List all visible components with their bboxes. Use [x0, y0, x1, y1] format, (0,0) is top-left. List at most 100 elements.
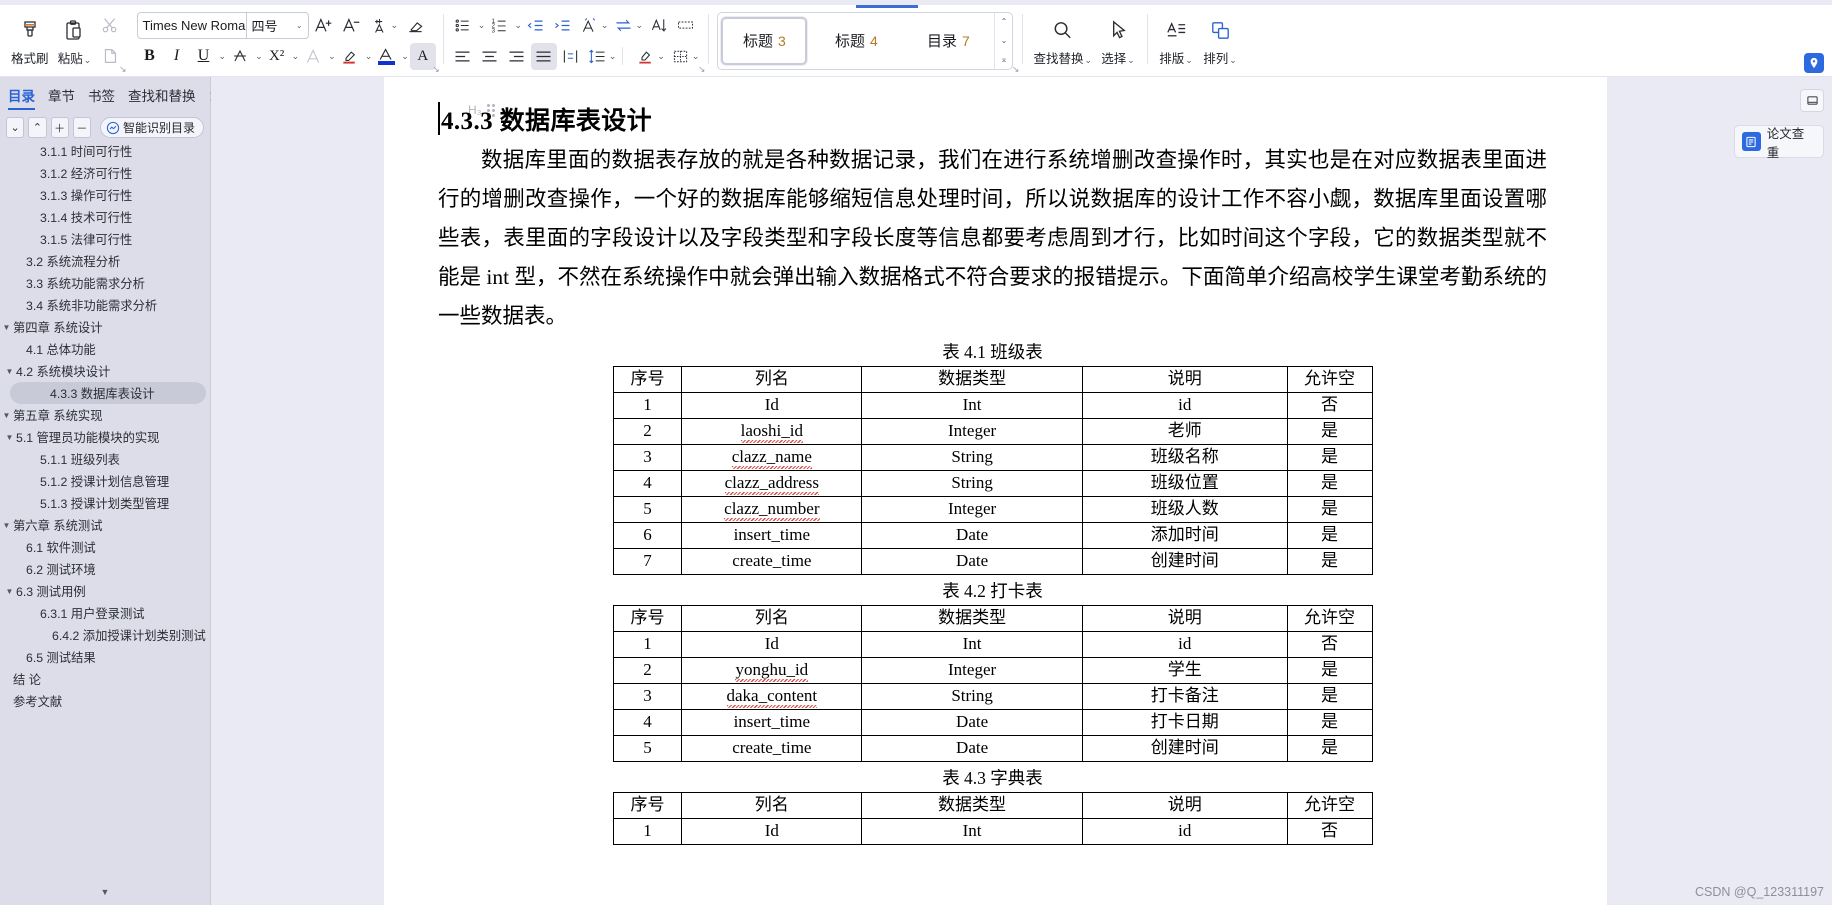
toc-item[interactable]: 6.5 测试结果: [0, 646, 210, 668]
document-canvas[interactable]: H₃ 4.3.3 数据库表设计 数据库里面的数据表存放的就是各种数据记录，我们在…: [211, 77, 1832, 905]
chevron-down-icon[interactable]: ⌄: [601, 20, 609, 31]
data-table[interactable]: 序号 列名 数据类型 说明 允许空 1 Id Int id 否 2 laoshi_id Integer 老…: [612, 366, 1373, 575]
chevron-down-icon[interactable]: ⌄: [635, 20, 643, 31]
select-button[interactable]: 选择⌄: [1096, 8, 1140, 74]
toc-item[interactable]: 5.1.1 班级列表: [0, 448, 210, 470]
chevron-down-icon[interactable]: ⌄: [478, 20, 486, 31]
data-table[interactable]: 序号 列名 数据类型 说明 允许空 1 Id Int id 否 2 yonghu_id Integer 学…: [612, 605, 1373, 762]
chevron-down-icon[interactable]: ▼: [3, 367, 16, 376]
increase-indent-button[interactable]: [550, 12, 576, 39]
format-painter-button[interactable]: 格式刷: [7, 8, 53, 74]
toc-item[interactable]: ▼ 4.2 系统模块设计: [0, 360, 210, 382]
toc-item[interactable]: 3.1.1 时间可行性: [0, 144, 210, 162]
style-item-heading3[interactable]: 标题 3: [721, 16, 808, 65]
chevron-down-icon[interactable]: ⌄: [609, 51, 617, 62]
nav-tab-bookmarks[interactable]: 书签: [88, 85, 115, 109]
italic-button[interactable]: I: [164, 43, 190, 70]
font-dialog-launcher[interactable]: ↘: [432, 65, 440, 74]
expand-level-button[interactable]: ＋: [50, 117, 69, 138]
expand-gallery-icon[interactable]: ⌅: [1001, 55, 1008, 64]
chevron-down-icon[interactable]: ⌄: [219, 51, 227, 62]
toc-item[interactable]: ▼ 第四章 系统设计: [0, 316, 210, 338]
chevron-down-icon[interactable]: ⌄: [255, 51, 263, 62]
style-item-heading4[interactable]: 标题 4: [813, 17, 899, 65]
style-gallery-scroller[interactable]: ⌃ ⌄ ⌅: [994, 12, 1012, 69]
nav-tab-find-replace[interactable]: 查找和替换: [128, 85, 196, 109]
collapse-panel-button[interactable]: [1800, 89, 1824, 112]
nav-tab-chapters[interactable]: 章节: [48, 85, 75, 109]
paragraph-dialog-launcher[interactable]: ↘: [698, 65, 706, 74]
toc-item[interactable]: 3.1.3 操作可行性: [0, 184, 210, 206]
typeset-button[interactable]: 排版⌄: [1154, 8, 1198, 74]
text-effects-button[interactable]: [300, 43, 326, 70]
superscript-button[interactable]: X²: [264, 43, 290, 70]
font-family-select[interactable]: Times New Roma ⌄: [138, 18, 246, 33]
chevron-down-icon[interactable]: ⌄: [365, 51, 373, 62]
font-size-select[interactable]: 四号 ⌄: [245, 12, 308, 38]
toc-item-selected[interactable]: 4.3.3 数据库表设计: [10, 382, 206, 404]
font-color-button[interactable]: [373, 43, 399, 70]
chevron-down-icon[interactable]: ⌄: [692, 51, 700, 62]
toc-item[interactable]: 3.1.4 技术可行性: [0, 206, 210, 228]
toc-item[interactable]: 5.1.3 授课计划类型管理: [0, 492, 210, 514]
nav-tab-toc[interactable]: 目录: [8, 85, 35, 110]
decrease-font-size-button[interactable]: [339, 12, 365, 39]
toc-item[interactable]: ▼ 6.3 测试用例: [0, 580, 210, 602]
strikethrough-button[interactable]: [227, 43, 253, 70]
chevron-down-icon[interactable]: ⌄: [514, 20, 522, 31]
chevron-down-icon[interactable]: ▼: [3, 587, 16, 596]
toc-item[interactable]: 6.3.1 用户登录测试: [0, 602, 210, 624]
chevron-down-icon[interactable]: ⌄: [84, 55, 92, 65]
underline-button[interactable]: U: [191, 43, 217, 70]
toc-item[interactable]: 3.2 系统流程分析: [0, 250, 210, 272]
chevron-down-icon[interactable]: ▼: [0, 411, 13, 420]
toc-item[interactable]: 6.2 测试环境: [0, 558, 210, 580]
chevron-down-icon[interactable]: ▼: [0, 521, 13, 530]
chevron-down-icon[interactable]: ⌄: [328, 51, 336, 62]
decrease-indent-button[interactable]: [523, 12, 549, 39]
find-replace-button[interactable]: 查找替换⌄: [1029, 8, 1096, 74]
chevron-down-icon[interactable]: ⌄: [401, 51, 409, 62]
collapse-level-button[interactable]: －: [72, 117, 91, 138]
distribute-text-button[interactable]: [558, 43, 584, 70]
phonetic-guide-button[interactable]: ⌄: [367, 12, 401, 39]
align-left-button[interactable]: [450, 43, 476, 70]
numbered-list-button[interactable]: 1 2 3: [486, 12, 512, 39]
scroll-up-icon[interactable]: ⌃: [1001, 17, 1008, 26]
clipboard-dialog-launcher[interactable]: ↘: [119, 65, 127, 74]
chevron-down-icon[interactable]: ⌄: [391, 20, 399, 31]
collapse-up-button[interactable]: ⌃: [28, 117, 47, 138]
location-pin-icon[interactable]: [1804, 53, 1824, 73]
chevron-down-icon[interactable]: ⌄: [1084, 55, 1092, 65]
toc-item[interactable]: 参考文献: [0, 690, 210, 712]
arrange-button[interactable]: 排列⌄: [1198, 8, 1242, 74]
toc-item[interactable]: 3.4 系统非功能需求分析: [0, 294, 210, 316]
toc-item[interactable]: 4.1 总体功能: [0, 338, 210, 360]
plagiarism-check-card[interactable]: 论文查重: [1734, 125, 1824, 160]
toc-item[interactable]: 5.1.2 授课计划信息管理: [0, 470, 210, 492]
style-item-toc7[interactable]: 目录 7: [905, 17, 991, 65]
borders-button[interactable]: ⌄: [668, 43, 702, 70]
cut-button[interactable]: [97, 12, 123, 39]
chevron-down-icon[interactable]: ⌄: [292, 51, 300, 62]
styles-dialog-launcher[interactable]: ↘: [1012, 65, 1020, 74]
chevron-down-icon[interactable]: ▼: [0, 323, 13, 332]
smart-recognize-toc-button[interactable]: 智能识别目录: [100, 117, 205, 138]
toc-item[interactable]: 6.1 软件测试: [0, 536, 210, 558]
show-formatting-marks-button[interactable]: [673, 12, 699, 39]
highlight-color-button[interactable]: [337, 43, 363, 70]
scroll-down-icon[interactable]: ⌄: [1001, 36, 1008, 45]
toc-item[interactable]: 3.3 系统功能需求分析: [0, 272, 210, 294]
paragraph-shading-button[interactable]: ⌄: [633, 43, 667, 70]
clear-formatting-button[interactable]: [402, 12, 428, 39]
toc-item[interactable]: ▼ 第五章 系统实现: [0, 404, 210, 426]
toc-item[interactable]: 6.4.2 添加授课计划类别测试: [0, 624, 210, 646]
toc-item[interactable]: 3.1.2 经济可行性: [0, 162, 210, 184]
collapse-down-button[interactable]: ⌄: [6, 117, 25, 138]
line-spacing-button[interactable]: ⌄: [585, 43, 619, 70]
align-right-button[interactable]: [504, 43, 530, 70]
toc-item[interactable]: 结 论: [0, 668, 210, 690]
toc-item[interactable]: ▼ 第六章 系统测试: [0, 514, 210, 536]
chevron-down-icon[interactable]: ⌄: [1185, 55, 1193, 65]
increase-font-size-button[interactable]: [311, 12, 337, 39]
